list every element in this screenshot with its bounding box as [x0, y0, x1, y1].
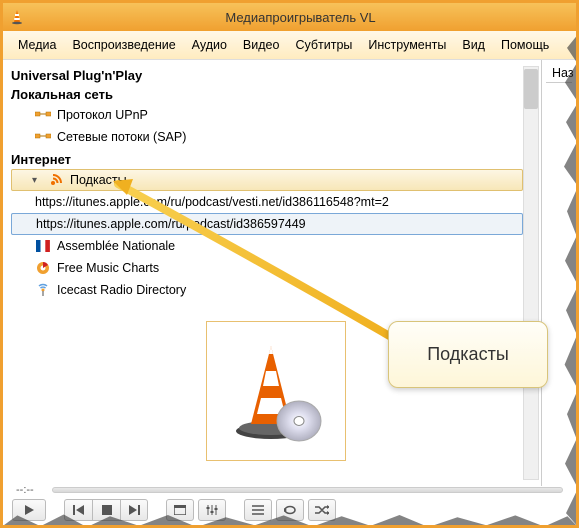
titlebar[interactable]: Медиапроигрыватель VL [3, 3, 576, 31]
window-title: Медиапроигрыватель VL [31, 10, 570, 25]
menu-view[interactable]: Вид [455, 35, 492, 55]
sidebar-item-label: Сетевые потоки (SAP) [57, 130, 186, 144]
previous-icon [73, 505, 85, 515]
sidebar-item-icecast[interactable]: Icecast Radio Directory [11, 279, 541, 301]
sidebar-item-podcasts[interactable]: ▾ Подкасты [11, 169, 523, 191]
elapsed-time: --:-- [16, 484, 44, 496]
podcast-url-row-selected[interactable]: https://itunes.apple.com/ru/podcast/id38… [11, 213, 523, 235]
flag-icon [35, 238, 51, 254]
sidebar: Universal Plug'n'Play Локальная сеть Про… [3, 60, 541, 486]
menu-help[interactable]: Помощь [494, 35, 556, 55]
menu-tools[interactable]: Инструменты [361, 35, 453, 55]
scrollbar-thumb[interactable] [524, 69, 538, 109]
sidebar-item-label: Assemblée Nationale [57, 239, 175, 253]
app-icon [9, 9, 25, 25]
section-local-network: Локальная сеть [11, 87, 541, 102]
menu-audio[interactable]: Аудио [185, 35, 234, 55]
sidebar-item-label: Free Music Charts [57, 261, 159, 275]
seek-slider[interactable] [52, 487, 563, 493]
radio-icon [35, 282, 51, 298]
vlc-cone-icon [221, 336, 331, 446]
sidebar-item-label: Протокол UPnP [57, 108, 148, 122]
shuffle-button[interactable] [308, 499, 336, 521]
section-internet: Интернет [11, 152, 541, 167]
callout-label: Подкасты [427, 344, 509, 364]
playlist-button[interactable] [244, 499, 272, 521]
podcast-url-label: https://itunes.apple.com/ru/podcast/id38… [36, 217, 306, 231]
podcast-url-label: https://itunes.apple.com/ru/podcast/vest… [35, 195, 389, 209]
menu-subtitles[interactable]: Субтитры [288, 35, 359, 55]
seek-row: --:-- [6, 482, 573, 498]
main-window: Медиапроигрыватель VL Медиа Воспроизведе… [0, 0, 579, 528]
stop-icon [102, 505, 112, 515]
menubar: Медиа Воспроизведение Аудио Видео Субтит… [3, 31, 576, 60]
extended-settings-button[interactable] [198, 499, 226, 521]
shuffle-icon [315, 505, 329, 515]
sidebar-scrollbar[interactable] [523, 66, 539, 480]
annotation-callout: Подкасты [388, 321, 548, 388]
equalizer-icon [206, 504, 218, 516]
sidebar-item-label: Подкасты [70, 173, 127, 187]
play-icon [23, 504, 35, 516]
sidebar-item-upnp[interactable]: Протокол UPnP [11, 104, 541, 126]
sidebar-item-label: Icecast Radio Directory [57, 283, 186, 297]
next-button[interactable] [120, 499, 148, 521]
playback-controls: --:-- [6, 482, 573, 522]
loop-icon [283, 505, 297, 515]
sidebar-item-freemusic[interactable]: Free Music Charts [11, 257, 541, 279]
network-icon [35, 129, 51, 145]
podcast-url-row[interactable]: https://itunes.apple.com/ru/podcast/vest… [11, 191, 541, 213]
playlist-icon [252, 505, 264, 515]
stop-button[interactable] [92, 499, 120, 521]
menu-media[interactable]: Медиа [11, 35, 63, 55]
music-chart-icon [35, 260, 51, 276]
menu-playback[interactable]: Воспроизведение [65, 35, 182, 55]
expander-icon[interactable]: ▾ [32, 175, 42, 186]
network-icon [35, 107, 51, 123]
sidebar-item-assemblee[interactable]: Assemblée Nationale [11, 235, 541, 257]
content-body: Universal Plug'n'Play Локальная сеть Про… [3, 60, 576, 486]
next-icon [128, 505, 140, 515]
sidebar-header: Universal Plug'n'Play [11, 68, 541, 83]
fullscreen-icon [174, 505, 186, 515]
podcast-icon [48, 172, 64, 188]
album-art-placeholder [206, 321, 346, 461]
menu-video[interactable]: Видео [236, 35, 287, 55]
sidebar-item-sap[interactable]: Сетевые потоки (SAP) [11, 126, 541, 148]
